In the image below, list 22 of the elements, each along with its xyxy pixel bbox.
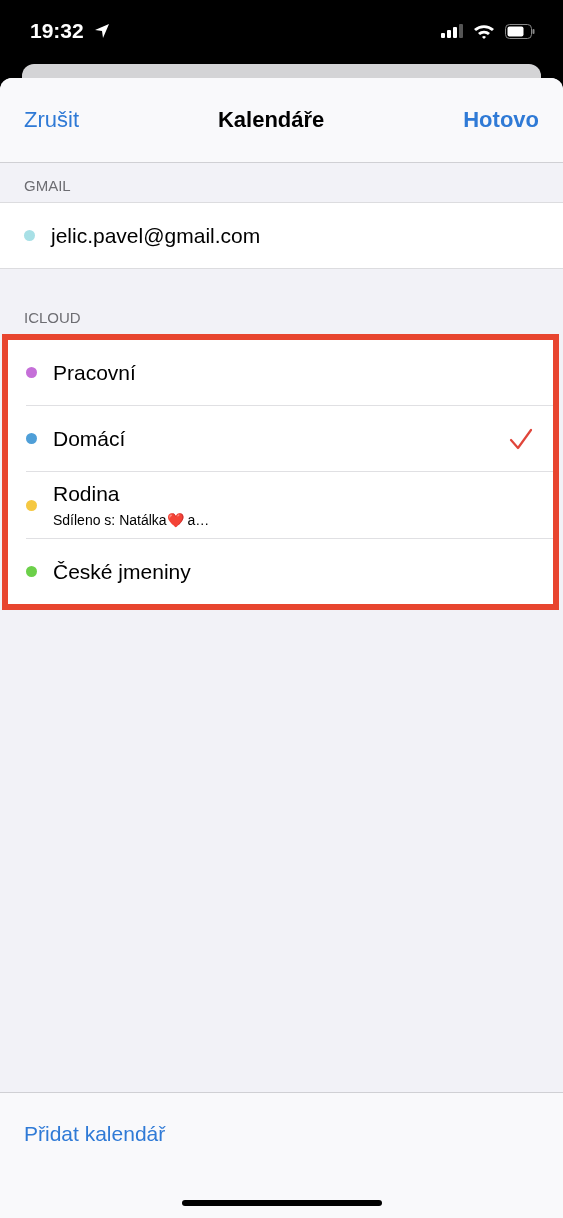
calendar-row[interactable]: České jmeniny [26, 539, 553, 604]
done-button[interactable]: Hotovo [463, 107, 539, 133]
calendar-subtitle: Sdíleno s: Natálka❤ a… [53, 512, 211, 528]
location-arrow-icon [93, 23, 110, 39]
cancel-button[interactable]: Zrušit [24, 107, 79, 133]
battery-icon [505, 23, 535, 39]
calendar-name: Pracovní [53, 360, 137, 385]
calendar-row[interactable]: Pracovní [26, 340, 553, 406]
section-header: GMAIL [23, 176, 72, 196]
wifi-icon [473, 23, 495, 39]
calendar-row[interactable]: Rodina Sdíleno s: Natálka❤ a… [26, 472, 553, 539]
calendar-name: Rodina [53, 482, 121, 506]
signal-icon [441, 24, 463, 38]
status-time: 19:32 [30, 19, 84, 43]
calendar-name: České jmeniny [53, 559, 192, 584]
calendar-row[interactable]: jelic.pavel@gmail.com [24, 203, 563, 268]
calendar-name: jelic.pavel@gmail.com [51, 223, 262, 248]
add-calendar-button[interactable]: Přidat kalendář [24, 1122, 166, 1146]
calendar-name: Domácí [53, 426, 127, 451]
screen-title: Kalendáře [217, 107, 325, 133]
calendar-row[interactable]: Domácí [26, 406, 553, 472]
section-header: ICLOUD [23, 308, 82, 328]
